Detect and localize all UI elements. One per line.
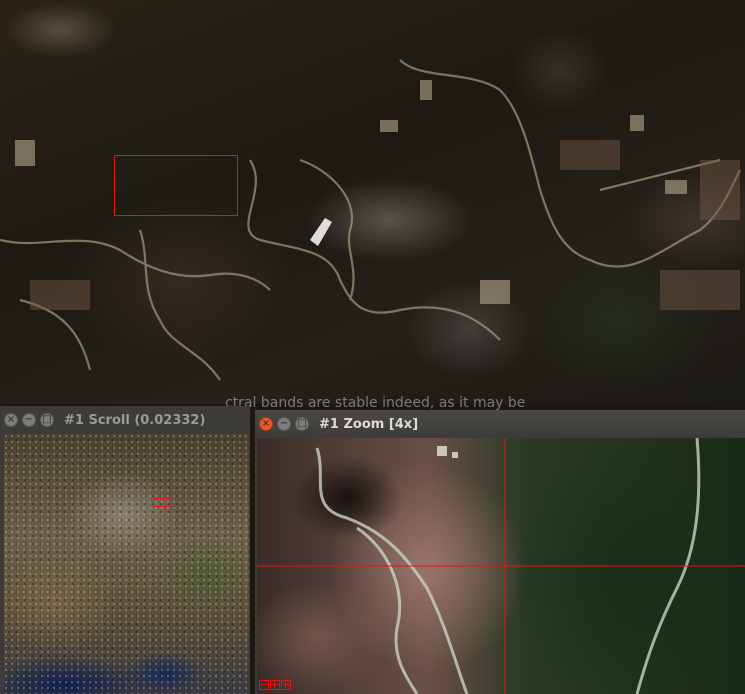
close-icon[interactable]: × [259, 417, 273, 431]
minimize-icon[interactable]: − [277, 417, 291, 431]
scroll-window-title: #1 Scroll (0.02332) [64, 412, 206, 428]
zoom-window-title: #1 Zoom [4x] [319, 416, 419, 432]
main-image-view[interactable] [0, 0, 745, 404]
background-document-text: ctral bands are stable indeed, as it may… [225, 395, 526, 411]
zoom-in-icon[interactable] [270, 680, 280, 690]
maximize-icon[interactable]: □ [40, 413, 54, 427]
scroll-window: × − □ #1 Scroll (0.02332) [0, 406, 250, 694]
zoom-in-icon[interactable] [281, 680, 291, 690]
scroll-overview-image[interactable] [4, 434, 249, 694]
minimize-icon[interactable]: − [22, 413, 36, 427]
zoom-out-icon[interactable] [259, 680, 269, 690]
zoom-image-view[interactable] [257, 438, 745, 694]
selection-rectangle[interactable] [114, 155, 238, 216]
maximize-icon[interactable]: □ [295, 417, 309, 431]
scroll-window-titlebar[interactable]: × − □ #1 Scroll (0.02332) [0, 406, 250, 434]
zoom-controls [259, 680, 291, 690]
zoom-window: × − □ #1 Zoom [4x] [255, 410, 745, 694]
scroll-viewport-marker[interactable] [153, 498, 172, 507]
zoom-terrain [257, 438, 745, 694]
zoom-window-titlebar[interactable]: × − □ #1 Zoom [4x] [255, 410, 745, 438]
close-icon[interactable]: × [4, 413, 18, 427]
terrain-paths [0, 59, 741, 381]
